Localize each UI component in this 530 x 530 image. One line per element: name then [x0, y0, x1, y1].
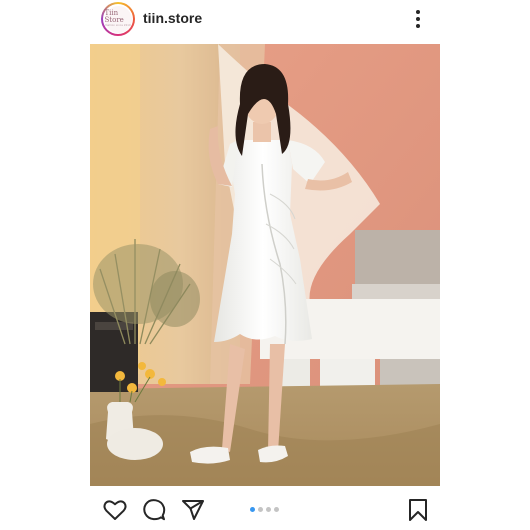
comment-bubble-icon[interactable] [140, 496, 168, 524]
more-options-icon[interactable] [406, 8, 430, 30]
carousel-dot [266, 507, 271, 512]
bookmark-icon[interactable] [404, 496, 432, 524]
heart-icon[interactable] [101, 496, 129, 524]
username-link[interactable]: tiin.store [143, 10, 202, 26]
avatar[interactable]: Tiin Store fashion since 2010 [101, 2, 135, 36]
carousel-dot [258, 507, 263, 512]
carousel-dot [250, 507, 255, 512]
post-actions [0, 490, 530, 530]
carousel-dot [274, 507, 279, 512]
store-logo: Tiin Store fashion since 2010 [104, 5, 132, 33]
post-image[interactable] [90, 44, 440, 486]
post-header: Tiin Store fashion since 2010 tiin.store [0, 0, 530, 40]
carousel-indicator [250, 507, 279, 513]
paper-plane-icon[interactable] [179, 496, 207, 524]
